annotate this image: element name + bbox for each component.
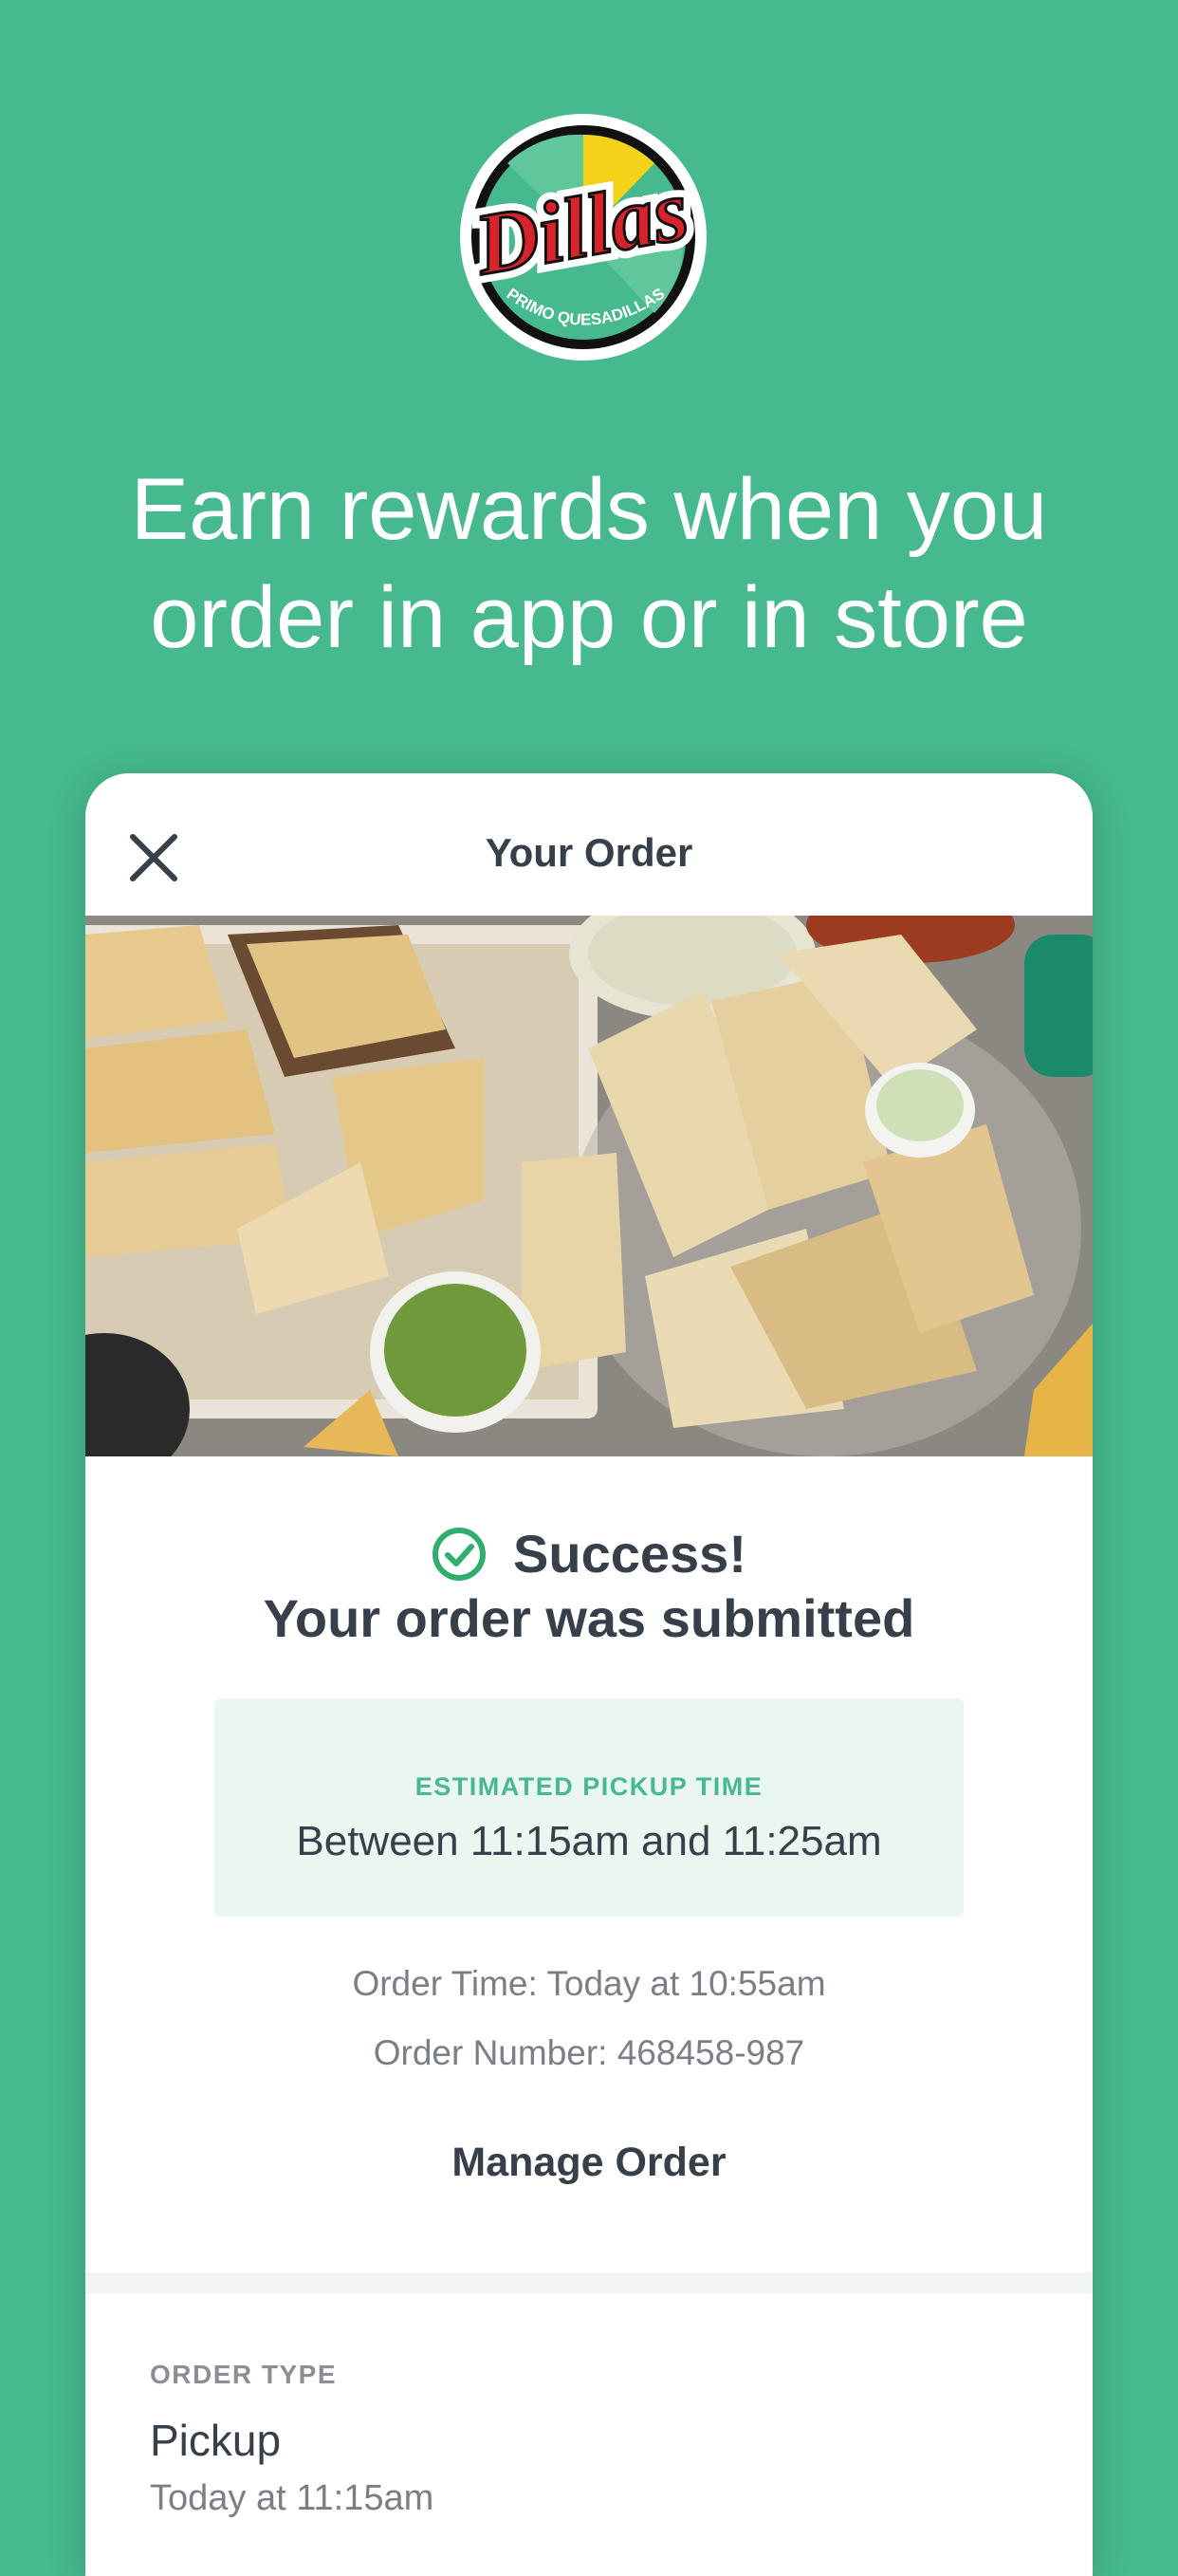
order-type-value: Pickup (150, 2416, 282, 2465)
success-heading: Success! (85, 1523, 1093, 1585)
logo-graphic: Dillas Dillas PRIMO QUESADILLAS (458, 114, 707, 361)
order-number: Order Number: 468458-987 (373, 2033, 805, 2072)
pickup-time-label: ESTIMATED PICKUP TIME (414, 1772, 764, 1801)
dillas-logo: Dillas Dillas PRIMO QUESADILLAS (436, 104, 730, 370)
check-circle-icon (433, 1528, 487, 1581)
order-type-label: ORDER TYPE (150, 2360, 338, 2389)
headline-line-1: Earn rewards when you (130, 461, 1048, 558)
success-title: Success! (513, 1524, 746, 1584)
promo-headline: Earn rewards when you order in app or in… (0, 455, 1178, 672)
quesadilla-photo (85, 887, 1093, 1485)
food-hero-image (85, 887, 1093, 1485)
pickup-time-value: Between 11:15am and 11:25am (296, 1818, 882, 1864)
headline-line-2: order in app or in store (150, 569, 1028, 666)
order-type-time: Today at 11:15am (150, 2478, 434, 2518)
manage-order-button[interactable]: Manage Order (85, 2140, 1093, 2186)
order-time: Order Time: Today at 10:55am (352, 1964, 826, 2003)
order-card: Your Order Success! Your order was submi… (85, 773, 1093, 2576)
section-divider (85, 2272, 1093, 2293)
card-title: Your Order (485, 830, 693, 875)
success-subtitle: Your order was submitted (263, 1588, 915, 1648)
card-header: Your Order (85, 773, 1093, 916)
pickup-time-panel: ESTIMATED PICKUP TIME Between 11:15am an… (214, 1698, 964, 1917)
